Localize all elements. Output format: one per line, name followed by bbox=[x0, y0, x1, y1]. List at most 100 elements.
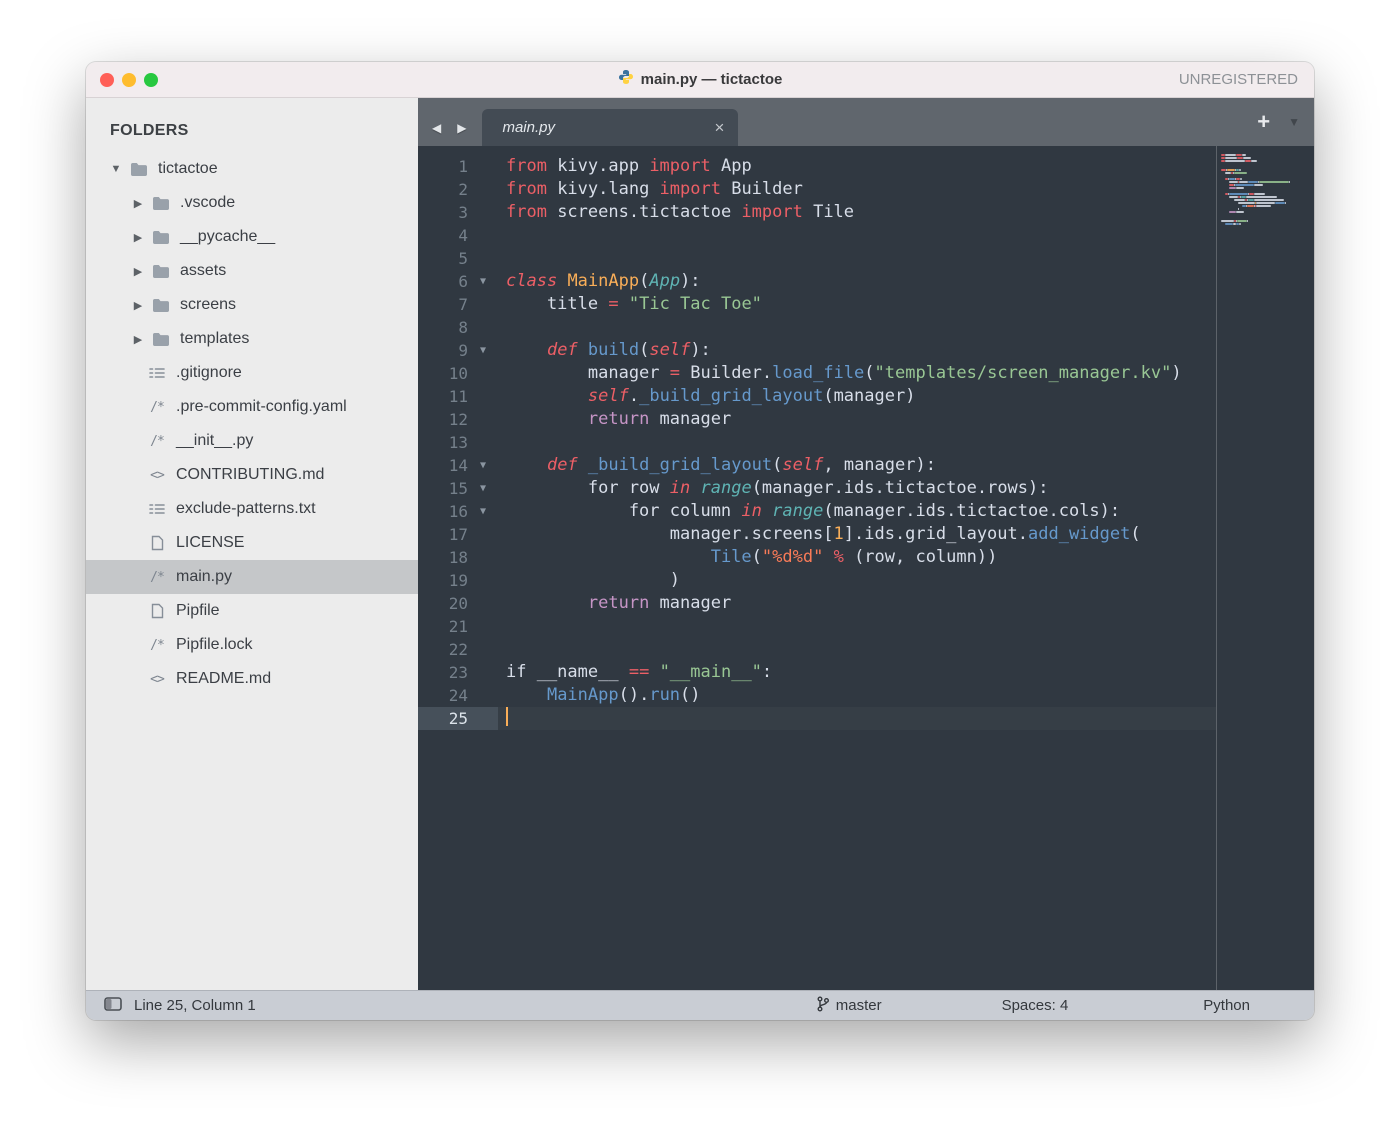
line-number-gutter: 20 bbox=[418, 592, 498, 615]
close-tab-icon[interactable]: × bbox=[715, 119, 725, 136]
code-line[interactable]: 2from kivy.lang import Builder bbox=[418, 178, 1216, 201]
code-area[interactable]: 1from kivy.app import App2from kivy.lang… bbox=[418, 146, 1216, 990]
chevron-right-icon[interactable]: ▶ bbox=[128, 197, 148, 210]
traffic-lights bbox=[100, 73, 158, 87]
code-line[interactable]: 19 ) bbox=[418, 569, 1216, 592]
code-text: from kivy.app import App bbox=[498, 155, 752, 178]
git-branch-label[interactable]: master bbox=[836, 997, 882, 1014]
code-line[interactable]: 23if __name__ == "__main__": bbox=[418, 661, 1216, 684]
code-text: manager.screens[1].ids.grid_layout.add_w… bbox=[498, 523, 1141, 546]
code-text: def _build_grid_layout(self, manager): bbox=[498, 454, 936, 477]
fold-arrow-icon[interactable]: ▼ bbox=[468, 270, 498, 293]
tree-item-label: tictactoe bbox=[158, 160, 218, 178]
tree-item-folder[interactable]: ▶ assets bbox=[86, 254, 418, 288]
code-line[interactable]: 22 bbox=[418, 638, 1216, 661]
tree-item-file[interactable]: <>README.md bbox=[86, 662, 418, 696]
code-line[interactable]: 16▼ for column in range(manager.ids.tict… bbox=[418, 500, 1216, 523]
fold-arrow-icon[interactable]: ▼ bbox=[468, 500, 498, 523]
next-tab-icon[interactable]: ▶ bbox=[457, 121, 466, 135]
tree-item-file[interactable]: Pipfile bbox=[86, 594, 418, 628]
line-number: 18 bbox=[418, 546, 468, 569]
python-file-icon bbox=[618, 69, 634, 90]
minimize-window-button[interactable] bbox=[122, 73, 136, 87]
tree-item-label: assets bbox=[180, 262, 226, 280]
minimap[interactable] bbox=[1217, 146, 1314, 229]
code-line[interactable]: 17 manager.screens[1].ids.grid_layout.ad… bbox=[418, 523, 1216, 546]
code-line[interactable]: 21 bbox=[418, 615, 1216, 638]
code-text bbox=[498, 224, 506, 247]
tree-item-file[interactable]: exclude-patterns.txt bbox=[86, 492, 418, 526]
line-number: 10 bbox=[418, 362, 468, 385]
code-line[interactable]: 12 return manager bbox=[418, 408, 1216, 431]
code-line[interactable]: 6▼class MainApp(App): bbox=[418, 270, 1216, 293]
code-line[interactable]: 14▼ def _build_grid_layout(self, manager… bbox=[418, 454, 1216, 477]
code-line[interactable]: 8 bbox=[418, 316, 1216, 339]
code-line[interactable]: 13 bbox=[418, 431, 1216, 454]
tree-item-label: screens bbox=[180, 296, 236, 314]
code-line[interactable]: 5 bbox=[418, 247, 1216, 270]
tree-item-file[interactable]: <>CONTRIBUTING.md bbox=[86, 458, 418, 492]
code-line[interactable]: 25 bbox=[418, 707, 1216, 730]
tree-item-folder[interactable]: ▶ screens bbox=[86, 288, 418, 322]
tree-item-file[interactable]: /*Pipfile.lock bbox=[86, 628, 418, 662]
fold-arrow-icon bbox=[468, 707, 498, 730]
code-line[interactable]: 24 MainApp().run() bbox=[418, 684, 1216, 707]
panel-toggle-icon[interactable] bbox=[104, 997, 122, 1015]
tree-item-label: __pycache__ bbox=[180, 228, 275, 246]
zoom-window-button[interactable] bbox=[144, 73, 158, 87]
tree-item-folder[interactable]: ▼ tictactoe bbox=[86, 152, 418, 186]
tree-item-folder[interactable]: ▶ __pycache__ bbox=[86, 220, 418, 254]
indent-setting[interactable]: Spaces: 4 bbox=[1002, 997, 1069, 1014]
chevron-right-icon[interactable]: ▶ bbox=[128, 265, 148, 278]
fold-arrow-icon bbox=[468, 224, 498, 247]
tree-item-folder[interactable]: ▶templates bbox=[86, 322, 418, 356]
line-number: 6 bbox=[418, 270, 468, 293]
tree-item-file[interactable]: LICENSE bbox=[86, 526, 418, 560]
tree-item-file[interactable]: /*__init__.py bbox=[86, 424, 418, 458]
tab-main-py[interactable]: main.py × bbox=[482, 109, 738, 146]
code-line[interactable]: 1from kivy.app import App bbox=[418, 155, 1216, 178]
fold-arrow-icon[interactable]: ▼ bbox=[468, 454, 498, 477]
tree-item-file[interactable]: /*.pre-commit-config.yaml bbox=[86, 390, 418, 424]
editor[interactable]: 1from kivy.app import App2from kivy.lang… bbox=[418, 146, 1314, 990]
chevron-right-icon[interactable]: ▶ bbox=[128, 231, 148, 244]
code-text bbox=[498, 316, 506, 339]
syntax-setting[interactable]: Python bbox=[1203, 997, 1250, 1014]
chevron-right-icon[interactable]: ▶ bbox=[128, 333, 148, 346]
tree-item-folder[interactable]: ▶ .vscode bbox=[86, 186, 418, 220]
app-window: main.py — tictactoe UNREGISTERED FOLDERS… bbox=[86, 62, 1314, 1020]
tree-item-file[interactable]: /*main.py bbox=[86, 560, 418, 594]
tab-overflow-icon[interactable]: ▼ bbox=[1288, 115, 1300, 129]
fold-arrow-icon[interactable]: ▼ bbox=[468, 339, 498, 362]
tree-item-label: .vscode bbox=[180, 194, 235, 212]
code-line[interactable]: 20 return manager bbox=[418, 592, 1216, 615]
code-line[interactable]: 18 Tile("%d%d" % (row, column)) bbox=[418, 546, 1216, 569]
code-line[interactable]: 10 manager = Builder.load_file("template… bbox=[418, 362, 1216, 385]
code-line[interactable]: 3from screens.tictactoe import Tile bbox=[418, 201, 1216, 224]
chevron-right-icon[interactable]: ▶ bbox=[128, 299, 148, 312]
code-line[interactable]: 15▼ for row in range(manager.ids.tictact… bbox=[418, 477, 1216, 500]
fold-arrow-icon bbox=[468, 178, 498, 201]
code-line[interactable]: 11 self._build_grid_layout(manager) bbox=[418, 385, 1216, 408]
tree-item-label: .gitignore bbox=[176, 364, 242, 382]
code-line[interactable]: 4 bbox=[418, 224, 1216, 247]
code-line[interactable]: 9▼ def build(self): bbox=[418, 339, 1216, 362]
code-line[interactable]: 7 title = "Tic Tac Toe" bbox=[418, 293, 1216, 316]
fold-arrow-icon bbox=[468, 293, 498, 316]
chevron-down-icon[interactable]: ▼ bbox=[106, 163, 126, 175]
line-number: 16 bbox=[418, 500, 468, 523]
new-tab-button[interactable]: + bbox=[1257, 111, 1270, 133]
fold-arrow-icon bbox=[468, 638, 498, 661]
code-text bbox=[498, 638, 506, 661]
doc-file-icon bbox=[144, 603, 170, 619]
line-number: 20 bbox=[418, 592, 468, 615]
close-window-button[interactable] bbox=[100, 73, 114, 87]
prev-tab-icon[interactable]: ◀ bbox=[432, 121, 441, 135]
fold-arrow-icon bbox=[468, 201, 498, 224]
fold-arrow-icon bbox=[468, 661, 498, 684]
line-number-gutter: 15▼ bbox=[418, 477, 498, 500]
tabbar: ◀ ▶ main.py × + ▼ bbox=[418, 98, 1314, 146]
fold-arrow-icon[interactable]: ▼ bbox=[468, 477, 498, 500]
tree-item-file[interactable]: .gitignore bbox=[86, 356, 418, 390]
line-number-gutter: 12 bbox=[418, 408, 498, 431]
